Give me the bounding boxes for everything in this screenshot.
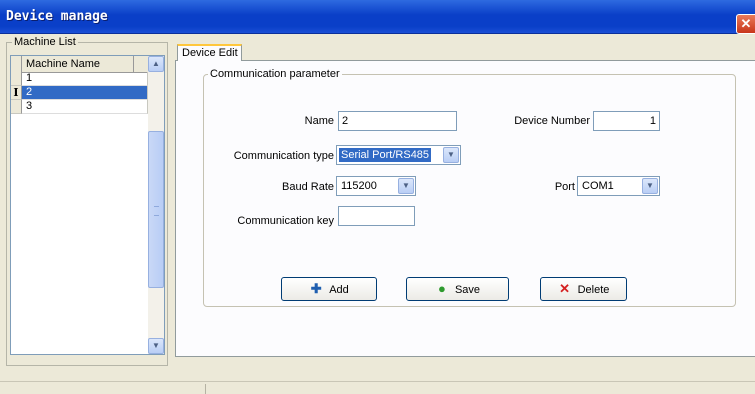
device-number-label: Device Number — [514, 115, 590, 127]
x-icon: ✕ — [559, 281, 571, 296]
communication-type-select[interactable]: Serial Port/RS485 ▼ — [336, 145, 461, 165]
communication-type-value: Serial Port/RS485 — [339, 148, 432, 162]
machine-grid[interactable]: Machine Name 1 I 2 3 ▲ ▼ — [10, 55, 165, 355]
device-number-input[interactable] — [593, 111, 660, 131]
chevron-down-icon: ▼ — [152, 341, 160, 350]
grid-header: Machine Name — [11, 56, 148, 73]
scroll-up-button[interactable]: ▲ — [148, 56, 164, 72]
grip-icon — [154, 206, 159, 216]
add-button[interactable]: ✚ Add — [281, 277, 377, 301]
table-row[interactable]: I 2 — [11, 86, 148, 100]
port-select[interactable]: COM1 ▼ — [577, 176, 660, 196]
scroll-thumb[interactable] — [148, 131, 164, 288]
grid-corner — [11, 56, 22, 72]
close-icon: ✕ — [740, 16, 752, 31]
baud-rate-select[interactable]: 115200 ▼ — [336, 176, 416, 196]
save-button-label: Save — [454, 284, 481, 296]
status-bar — [0, 381, 755, 394]
plus-icon: ✚ — [310, 281, 322, 296]
chevron-up-icon: ▲ — [152, 59, 160, 68]
check-icon: ● — [438, 281, 446, 296]
communication-parameter-label: Communication parameter — [208, 68, 342, 81]
communication-key-label: Communication key — [237, 215, 334, 227]
chevron-down-icon[interactable]: ▼ — [398, 178, 414, 194]
delete-button[interactable]: ✕ Delete — [540, 277, 627, 301]
baud-rate-value: 115200 — [341, 180, 377, 192]
machine-name-cell[interactable]: 1 — [22, 72, 148, 86]
baud-rate-label: Baud Rate — [282, 181, 334, 193]
row-indicator — [11, 100, 22, 114]
tab-device-edit[interactable]: Device Edit — [177, 44, 242, 61]
table-row[interactable]: 1 — [11, 72, 148, 86]
column-header-machine-name[interactable]: Machine Name — [26, 58, 100, 70]
communication-type-label: Communication type — [233, 150, 334, 162]
machine-list-label: Machine List — [12, 36, 78, 49]
window-title: Device manage — [6, 9, 108, 24]
title-bar: Device manage ✕ — [0, 0, 755, 34]
delete-button-label: Delete — [577, 284, 610, 296]
add-button-label: Add — [329, 284, 349, 296]
machine-name-cell[interactable]: 2 — [22, 86, 148, 100]
port-value: COM1 — [582, 180, 614, 192]
vertical-scrollbar[interactable]: ▲ ▼ — [148, 56, 164, 354]
scroll-down-button[interactable]: ▼ — [148, 338, 164, 354]
chevron-down-icon[interactable]: ▼ — [642, 178, 658, 194]
row-indicator-edit-icon: I — [11, 86, 22, 100]
port-label: Port — [554, 181, 575, 193]
chevron-down-icon[interactable]: ▼ — [443, 147, 459, 163]
table-row[interactable]: 3 — [11, 100, 148, 114]
communication-key-input[interactable] — [338, 206, 415, 226]
name-input[interactable] — [338, 111, 457, 131]
machine-name-cell[interactable]: 3 — [22, 100, 148, 114]
save-button[interactable]: ● Save — [406, 277, 509, 301]
row-indicator — [11, 72, 22, 86]
name-label: Name — [304, 115, 334, 127]
close-button[interactable]: ✕ — [736, 14, 755, 34]
header-divider — [133, 56, 134, 72]
